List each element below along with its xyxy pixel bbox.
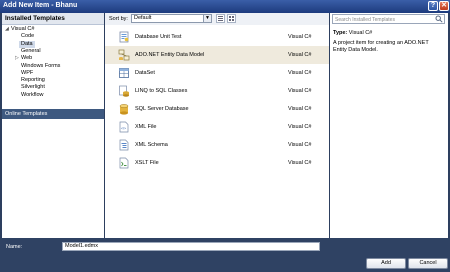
tree-item-wpf[interactable]: WPF xyxy=(21,70,33,77)
template-item-language: Visual C# xyxy=(288,70,312,76)
tree-item-label: General xyxy=(21,47,41,54)
tree-item-label: Reporting xyxy=(21,77,45,84)
help-icon: ? xyxy=(430,2,436,9)
add-button[interactable]: Add xyxy=(366,258,406,269)
template-item-name: DataSet xyxy=(135,70,155,76)
sort-by-label: Sort by: xyxy=(109,16,128,22)
svg-text:</>: </> xyxy=(121,127,126,131)
template-item-language: Visual C# xyxy=(288,106,312,112)
expand-triangle-icon[interactable]: ▷ xyxy=(15,55,19,62)
title-bar: Add New Item - Bhanu ? ✕ xyxy=(0,0,450,13)
tree-item-workflow[interactable]: Workflow xyxy=(21,92,44,99)
template-item[interactable]: ADO.NET Entity Data Model Visual C# xyxy=(105,46,329,64)
list-view-icon xyxy=(218,16,223,21)
online-templates-label: Online Templates xyxy=(5,111,48,117)
template-item-language: Visual C# xyxy=(288,52,312,58)
window-title: Add New Item - Bhanu xyxy=(3,2,78,9)
sort-by-select[interactable]: Default ▼ xyxy=(131,14,212,23)
template-item[interactable]: XSLT File Visual C# xyxy=(105,154,329,172)
medium-icons-view-button[interactable] xyxy=(227,14,236,23)
name-input[interactable]: Model1.edmx xyxy=(62,242,320,251)
online-templates-header[interactable]: Online Templates xyxy=(2,109,104,119)
tree-item-reporting[interactable]: Reporting xyxy=(21,77,45,84)
type-row: Type: Visual C# xyxy=(333,30,372,36)
tree-item-label: Code xyxy=(21,33,35,40)
tree-item-label: Windows Forms xyxy=(21,62,61,69)
tree-item-silverlight[interactable]: Silverlight xyxy=(21,84,45,91)
cancel-button[interactable]: Cancel xyxy=(408,258,448,269)
tree-item-label: Silverlight xyxy=(21,84,45,91)
sort-by-value: Default xyxy=(134,15,152,21)
template-item-language: Visual C# xyxy=(288,142,312,148)
search-input[interactable]: Search Installed Templates xyxy=(332,14,445,24)
template-item[interactable]: Database Unit Test Visual C# xyxy=(105,28,329,46)
tree-item-web[interactable]: ▷ Web xyxy=(15,55,33,62)
template-item[interactable]: LINQ to SQL Classes Visual C# xyxy=(105,82,329,100)
tree-item-label: Data xyxy=(21,40,33,47)
tree-item-label: WPF xyxy=(21,69,34,76)
template-item[interactable]: XML Schema Visual C# xyxy=(105,136,329,154)
details-panel: Search Installed Templates Type: Visual … xyxy=(330,13,448,238)
item-list-panel: Sort by: Default ▼ Database Unit Test Vis… xyxy=(105,13,329,238)
unit-test-icon xyxy=(118,31,130,43)
search-placeholder: Search Installed Templates xyxy=(335,17,395,23)
small-icons-view-button[interactable] xyxy=(216,14,225,23)
tree-item-label: Web xyxy=(21,55,33,62)
template-item-name: LINQ to SQL Classes xyxy=(135,88,188,94)
tree-item-visual-c[interactable]: ◢ Visual C# xyxy=(5,26,35,33)
template-item-language: Visual C# xyxy=(288,160,312,166)
type-value: Visual C# xyxy=(348,30,373,36)
search-icon xyxy=(435,15,443,23)
database-icon xyxy=(118,103,130,115)
template-item-name: XML File xyxy=(135,124,157,130)
collapse-triangle-icon[interactable]: ◢ xyxy=(5,26,9,33)
template-item-name: ADO.NET Entity Data Model xyxy=(135,52,205,58)
xml-schema-icon xyxy=(118,139,130,151)
close-button[interactable]: ✕ xyxy=(439,1,449,11)
bottom-bar: Name: Model1.edmx Add Cancel xyxy=(0,238,450,272)
template-item[interactable]: SQL Server Database Visual C# xyxy=(105,100,329,118)
template-item-language: Visual C# xyxy=(288,34,312,40)
template-item-name: Database Unit Test xyxy=(135,34,182,40)
tree-item-windows-forms[interactable]: Windows Forms xyxy=(21,63,60,70)
template-item-name: SQL Server Database xyxy=(135,106,189,112)
dataset-icon xyxy=(118,67,130,79)
template-item-name: XML Schema xyxy=(135,142,168,148)
tree-item-code[interactable]: Code xyxy=(21,33,34,40)
installed-templates-label: Installed Templates xyxy=(5,15,65,22)
tree-item-data[interactable]: Data xyxy=(19,40,35,48)
chevron-down-icon: ▼ xyxy=(203,15,211,22)
template-item-language: Visual C# xyxy=(288,88,312,94)
tree-item-label: Visual C# xyxy=(11,26,35,32)
list-toolbar: Sort by: Default ▼ xyxy=(105,13,329,25)
template-item[interactable]: </> XML File Visual C# xyxy=(105,118,329,136)
tree-item-label: Workflow xyxy=(21,91,44,98)
templates-panel: Installed Templates ◢ Visual C# Code Data Ge… xyxy=(2,13,104,238)
tree-item-general[interactable]: General xyxy=(21,48,41,55)
grid-view-icon xyxy=(229,16,234,21)
name-label: Name: xyxy=(6,244,23,250)
template-item[interactable]: DataSet Visual C# xyxy=(105,64,329,82)
xml-file-icon: </> xyxy=(118,121,130,133)
entity-model-icon xyxy=(118,49,130,61)
template-item-language: Visual C# xyxy=(288,124,312,130)
add-new-item-dialog: Add New Item - Bhanu ? ✕ Installed Templ… xyxy=(0,0,450,272)
installed-templates-header[interactable]: Installed Templates xyxy=(2,13,104,25)
linq-icon xyxy=(118,85,130,97)
item-description: A project item for creating an ADO.NET E… xyxy=(333,40,429,53)
help-button[interactable]: ? xyxy=(428,1,438,11)
close-icon: ✕ xyxy=(441,2,447,9)
template-item-name: XSLT File xyxy=(135,160,159,166)
type-label: Type: xyxy=(333,30,348,36)
xslt-file-icon xyxy=(118,157,130,169)
